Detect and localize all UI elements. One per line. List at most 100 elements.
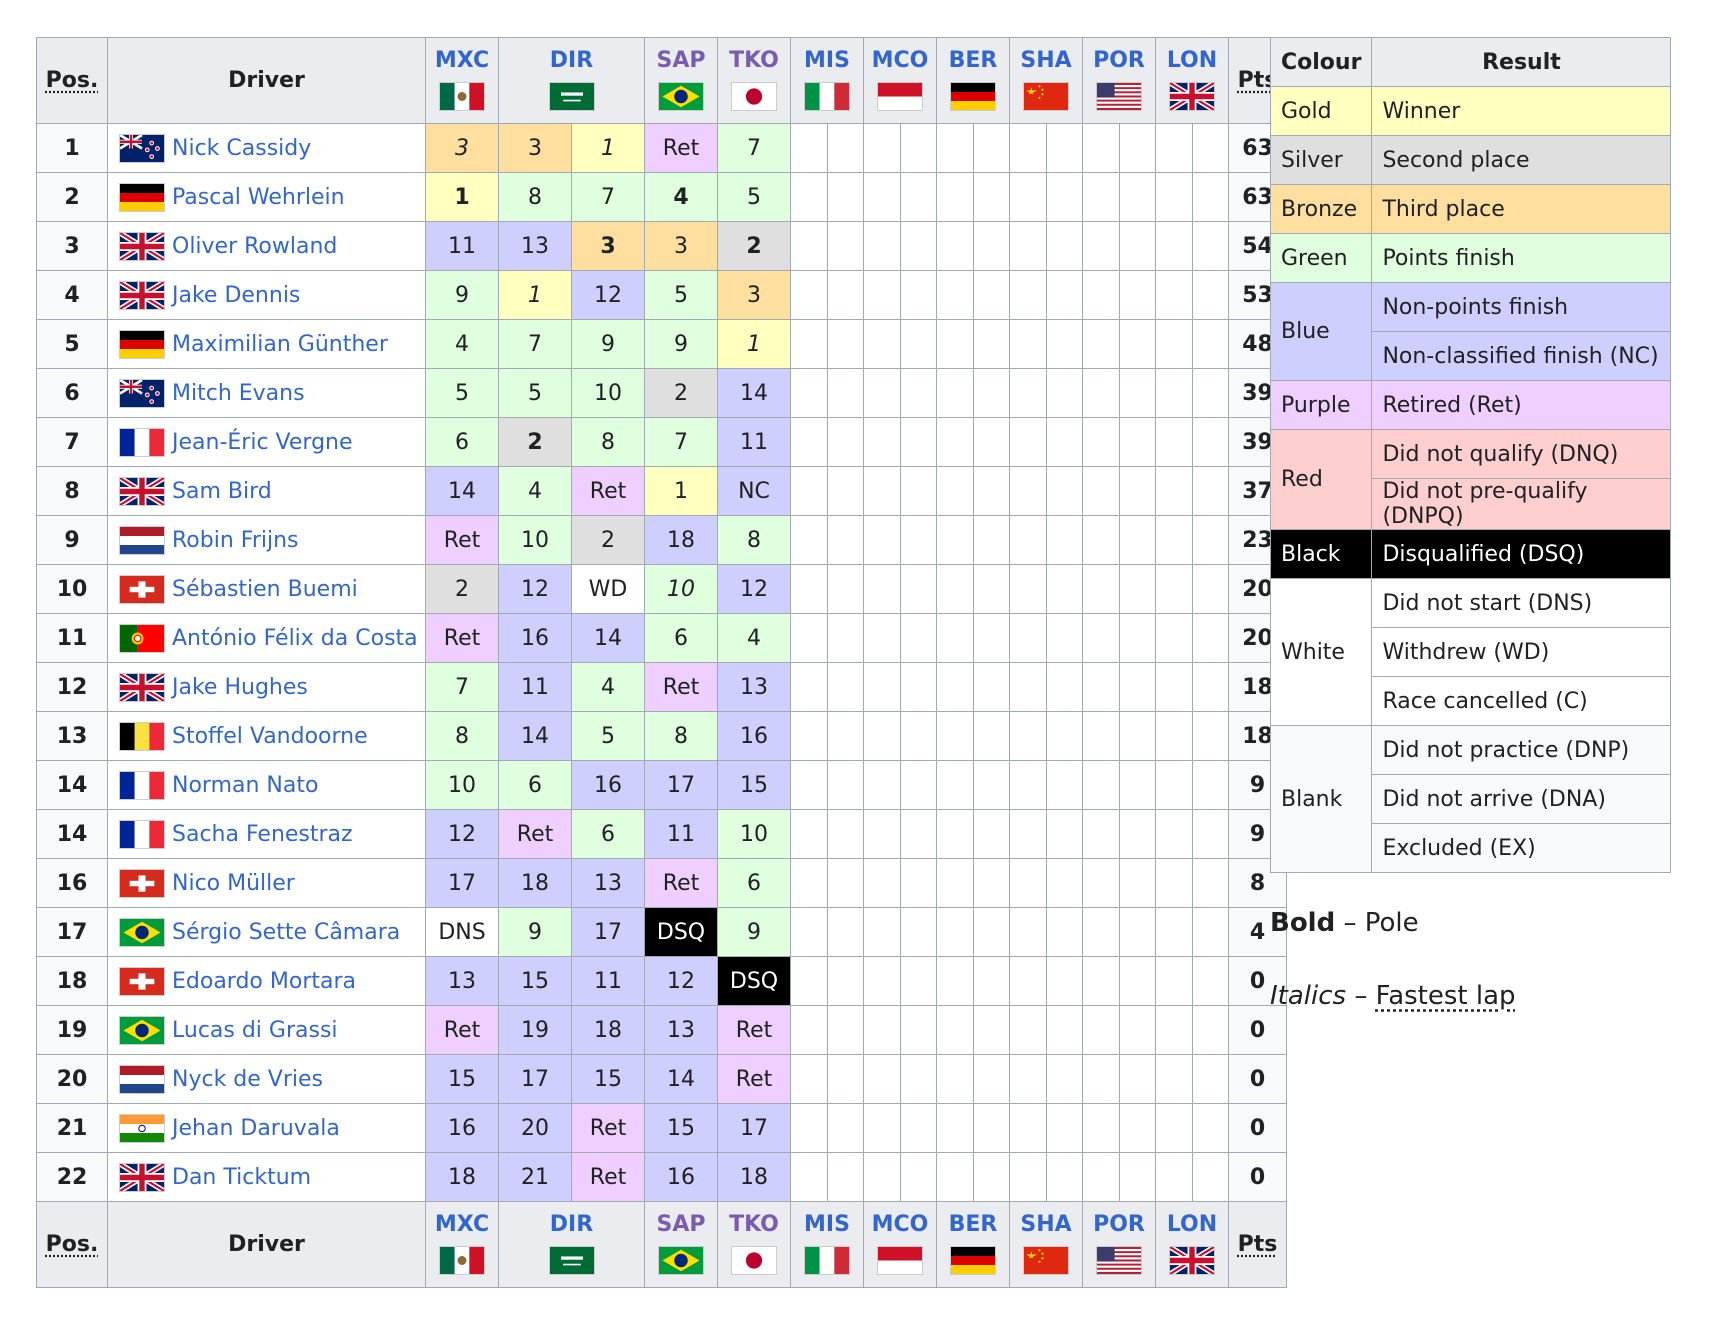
driver-cell: Sam Bird [107, 466, 426, 516]
driver-link[interactable]: Nick Cassidy [172, 136, 311, 161]
driver-link[interactable]: Oliver Rowland [172, 234, 337, 259]
race-code-link[interactable]: BER [937, 1212, 1009, 1237]
footer-race-ber[interactable]: BER [936, 1201, 1010, 1288]
driver-link[interactable]: Sacha Fenestraz [172, 822, 353, 847]
driver-link[interactable]: Nyck de Vries [172, 1067, 323, 1092]
position-cell: 1 [36, 123, 108, 173]
race-code-link[interactable]: TKO [718, 1212, 790, 1237]
result-cell: 8 [644, 711, 718, 761]
pos-footer: Pos. [36, 1201, 108, 1288]
legend-row: Red Did not qualify (DNQ) [1269, 429, 1672, 530]
empty-result-cell [863, 123, 901, 173]
driver-link[interactable]: Jehan Daruvala [172, 1116, 340, 1141]
race-code-link[interactable]: SAP [645, 1212, 717, 1237]
footer-race-lon[interactable]: LON [1155, 1201, 1229, 1288]
driver-link[interactable]: Edoardo Mortara [172, 969, 356, 994]
empty-result-cell [1155, 1005, 1193, 1055]
result-cell: 11 [425, 221, 499, 271]
footer-race-por[interactable]: POR [1082, 1201, 1156, 1288]
table-row: 7 Jean-Éric Vergne 6 2 8 7 11 39 [36, 417, 1287, 467]
driver-link[interactable]: Sébastien Buemi [172, 577, 358, 602]
driver-link[interactable]: Jean-Éric Vergne [172, 430, 353, 455]
result-cell: 13 [571, 858, 645, 908]
driver-link[interactable]: Robin Frijns [172, 528, 299, 553]
race-code-link[interactable]: MXC [426, 1212, 498, 1237]
cn-flag-icon [1010, 1245, 1082, 1280]
driver-link[interactable]: Sérgio Sette Câmara [172, 920, 400, 945]
driver-link[interactable]: Jake Dennis [172, 283, 300, 308]
header-race-por[interactable]: POR [1082, 37, 1156, 124]
driver-link[interactable]: Dan Ticktum [172, 1165, 311, 1190]
empty-result-cell [1082, 564, 1120, 614]
fastest-lap-link[interactable]: Fastest lap [1376, 981, 1516, 1011]
result-cell: 12 [498, 564, 572, 614]
result-cell: 1 [425, 172, 499, 222]
footer-race-mis[interactable]: MIS [790, 1201, 864, 1288]
result-cell: 1 [498, 270, 572, 320]
driver-link[interactable]: Stoffel Vandoorne [172, 724, 368, 749]
gb-flag-icon [118, 279, 172, 311]
race-code-link[interactable]: MIS [791, 48, 863, 73]
footer-race-mco[interactable]: MCO [863, 1201, 937, 1288]
race-code-link[interactable]: LON [1156, 48, 1228, 73]
driver-link[interactable]: Maximilian Günther [172, 332, 388, 357]
empty-result-cell [1191, 368, 1229, 418]
driver-link[interactable]: António Félix da Costa [172, 626, 418, 651]
header-race-dir[interactable]: DIR [498, 37, 645, 124]
driver-link[interactable]: Mitch Evans [172, 381, 305, 406]
header-race-sha[interactable]: SHA [1009, 37, 1083, 124]
result-cell: 13 [644, 1005, 718, 1055]
driver-link[interactable]: Lucas di Grassi [172, 1018, 338, 1043]
header-race-lon[interactable]: LON [1155, 37, 1229, 124]
race-code-link[interactable]: TKO [718, 48, 790, 73]
legend-row: White Did not start (DNS) [1269, 578, 1672, 726]
driver-link[interactable]: Nico Müller [172, 871, 295, 896]
footer-race-dir[interactable]: DIR [498, 1201, 645, 1288]
empty-result-cell [1009, 515, 1047, 565]
result-cell: 15 [498, 956, 572, 1006]
result-cell: 14 [717, 368, 791, 418]
race-code-link[interactable]: MIS [791, 1212, 863, 1237]
legend-colour-header: Colour [1269, 37, 1373, 87]
header-race-mis[interactable]: MIS [790, 37, 864, 124]
footer-race-sha[interactable]: SHA [1009, 1201, 1083, 1288]
empty-result-cell [790, 907, 828, 957]
footer-race-tko[interactable]: TKO [717, 1201, 791, 1288]
empty-result-cell [1082, 809, 1120, 859]
result-cell: 6 [571, 809, 645, 859]
race-code-link[interactable]: POR [1083, 48, 1155, 73]
header-race-tko[interactable]: TKO [717, 37, 791, 124]
result-cell: 7 [717, 123, 791, 173]
race-code-link[interactable]: DIR [499, 1212, 644, 1237]
result-cell: 18 [571, 1005, 645, 1055]
header-race-ber[interactable]: BER [936, 37, 1010, 124]
empty-result-cell [1155, 613, 1193, 663]
driver-link[interactable]: Pascal Wehrlein [172, 185, 345, 210]
footer-race-sap[interactable]: SAP [644, 1201, 718, 1288]
header-race-sap[interactable]: SAP [644, 37, 718, 124]
race-code-link[interactable]: MXC [426, 48, 498, 73]
empty-result-cell [1191, 466, 1229, 516]
position-cell: 21 [36, 1103, 108, 1153]
legend-result-cell: Did not pre-qualify (DNPQ) [1371, 478, 1672, 530]
table-row: 12 Jake Hughes 7 11 4 Ret 13 18 [36, 662, 1287, 712]
race-code-link[interactable]: POR [1083, 1212, 1155, 1237]
race-code-link[interactable]: MCO [864, 1212, 936, 1237]
empty-result-cell [826, 1152, 864, 1202]
header-race-mxc[interactable]: MXC [425, 37, 499, 124]
empty-result-cell [1009, 172, 1047, 222]
race-code-link[interactable]: DIR [499, 48, 644, 73]
race-code-link[interactable]: SHA [1010, 1212, 1082, 1237]
driver-link[interactable]: Jake Hughes [172, 675, 308, 700]
footer-pts: Pts [1228, 1201, 1287, 1288]
header-race-mco[interactable]: MCO [863, 37, 937, 124]
race-code-link[interactable]: BER [937, 48, 1009, 73]
footer-race-mxc[interactable]: MXC [425, 1201, 499, 1288]
it-flag-icon [791, 1245, 863, 1280]
race-code-link[interactable]: LON [1156, 1212, 1228, 1237]
race-code-link[interactable]: SHA [1010, 48, 1082, 73]
race-code-link[interactable]: MCO [864, 48, 936, 73]
race-code-link[interactable]: SAP [645, 48, 717, 73]
driver-link[interactable]: Sam Bird [172, 479, 272, 504]
driver-link[interactable]: Norman Nato [172, 773, 318, 798]
